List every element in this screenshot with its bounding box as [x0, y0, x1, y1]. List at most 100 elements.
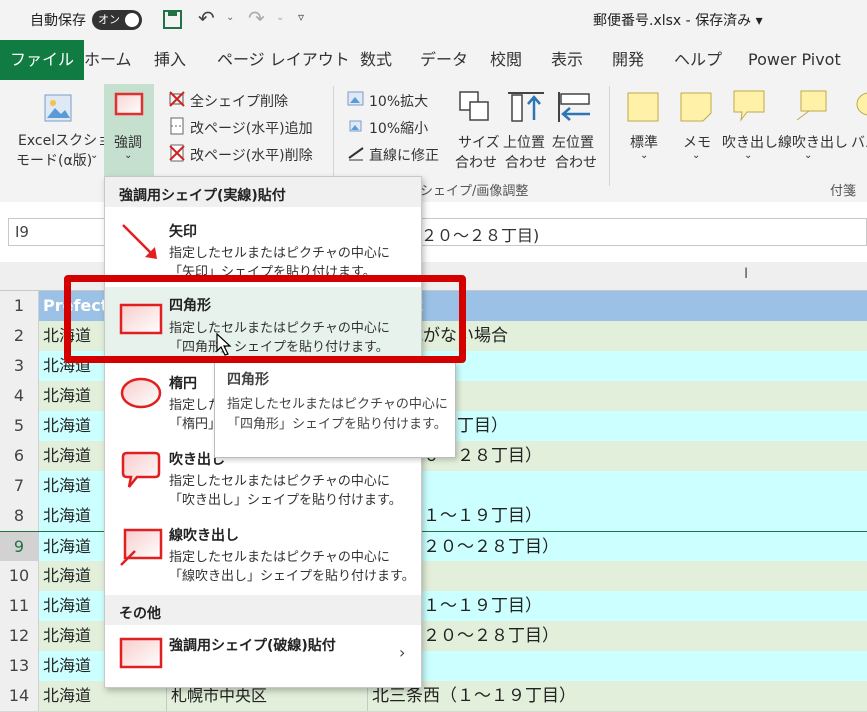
add-page-break-label: 改ページ(水平)追加 [190, 121, 313, 137]
sticky-balloon-label: バル [851, 135, 867, 151]
formula-content: ２０～２８丁目) [421, 226, 540, 245]
group-label-shape-adjust: シェイプ/画像調整 [420, 184, 529, 199]
menu-item-arrow[interactable]: 矢印 指定したセルまたはピクチャの中心に 「矢印」シェイプを貼り付けます。 [105, 215, 421, 279]
row-number[interactable]: 11 [0, 591, 39, 621]
memo-note-icon [680, 92, 712, 122]
customize-qat-icon[interactable]: ▿ [298, 10, 304, 24]
group-label-sticky: 付箋 [830, 184, 857, 199]
emphasis-button[interactable]: 強調 ⌄ [104, 84, 154, 176]
undo-dropdown-icon[interactable]: ⌄ [226, 12, 234, 23]
title-bar: 自動保存 オン ↶ ⌄ ↷ ⌄ ▿ 郵便番号.xlsx - 保存済み ▾ [0, 0, 867, 40]
tooltip-title: 四角形 [227, 372, 269, 388]
delete-all-shapes-label: 全シェイプ削除 [190, 94, 288, 110]
row-number[interactable]: 1 [0, 291, 39, 321]
row-number[interactable]: 10 [0, 561, 39, 591]
cell-c[interactable]: 条西（１～１９丁目） [368, 501, 867, 531]
size-match-label-2: 合わせ [455, 155, 497, 171]
tab-data[interactable]: データ [420, 40, 468, 80]
sticky-note-icon [627, 92, 659, 122]
cell-c[interactable]: 条西（１～１９丁目） [368, 591, 867, 621]
menu-item-dashed-shapes[interactable]: 強調用シェイプ(破線)貼付 › [105, 629, 421, 679]
delete-shapes-icon [169, 91, 185, 107]
align-top-icon [508, 92, 544, 122]
size-match-label-1: サイズ [458, 135, 500, 151]
redo-dropdown-icon[interactable]: ⌄ [276, 12, 284, 23]
arrow-shape-icon [122, 224, 157, 259]
cell-c[interactable]: 条西（２０～２８丁目） [368, 532, 867, 562]
line-callout-icon [796, 90, 827, 121]
redo-icon[interactable]: ↷ [248, 6, 265, 30]
tooltip-line: 指定したセルまたはピクチャの中心に [227, 397, 448, 412]
menu-item-line-callout[interactable]: 線吹き出し 指定したセルまたはピクチャの中心に 「線吹き出し」シェイプを貼り付け… [105, 521, 421, 591]
straight-line-icon [348, 147, 364, 161]
name-box[interactable]: I9 [8, 218, 106, 246]
tab-review[interactable]: 校閲 [490, 40, 522, 80]
menu-section-solid: 強調用シェイプ(実線)貼付 [119, 188, 286, 204]
tab-insert[interactable]: 挿入 [154, 40, 186, 80]
tab-page-layout[interactable]: ページ レイアウト [217, 40, 350, 80]
row-number[interactable]: 14 [0, 681, 39, 711]
menu-item-title: 強調用シェイプ(破線)貼付 [169, 638, 336, 654]
menu-item-title: 線吹き出し [169, 528, 239, 544]
picture-icon [44, 94, 72, 122]
save-icon[interactable] [162, 8, 184, 32]
tab-help[interactable]: ヘルプ [674, 40, 722, 80]
left-match-label-2: 合わせ [555, 155, 597, 171]
cell-c[interactable]: 条東 [368, 651, 867, 681]
row-number[interactable]: 8 [0, 501, 39, 531]
tab-formulas[interactable]: 数式 [360, 40, 392, 80]
page-break-add-icon [170, 117, 184, 135]
toggle-knob [125, 13, 139, 27]
top-match-label-1: 上位置 [503, 135, 545, 151]
autosave-toggle-text: オン [98, 13, 120, 26]
sticky-callout-label: 吹き出し [722, 135, 778, 151]
row-number[interactable]: 4 [0, 381, 39, 411]
cell-c[interactable]: 条東 [368, 561, 867, 591]
cell-c[interactable]: 条西（２０～２８丁目） [368, 621, 867, 651]
row-number[interactable]: 7 [0, 471, 39, 501]
balloon-icon [856, 92, 867, 116]
ribbon-separator [609, 86, 610, 186]
zoom-in-label: 10%拡大 [369, 94, 429, 110]
file-title[interactable]: 郵便番号.xlsx - 保存済み ▾ [593, 10, 763, 30]
callout-icon [733, 90, 765, 122]
autosave-label: 自動保存 [30, 13, 86, 29]
menu-section-header: 強調用シェイプ(実線)貼付 [105, 177, 421, 207]
chevron-right-icon: › [399, 643, 406, 662]
ellipse-shape-icon [120, 377, 162, 409]
autosave-toggle[interactable]: オン [92, 10, 142, 30]
menu-section-header: その他 [105, 595, 421, 625]
rectangle-shape-icon [114, 92, 144, 116]
tab-developer[interactable]: 開発 [612, 40, 644, 80]
row-number[interactable]: 3 [0, 351, 39, 381]
sticky-line-callout-label: 線吹き出し [778, 135, 848, 151]
row-number[interactable]: 12 [0, 621, 39, 651]
menu-item-desc: 指定したセルまたはピクチャの中心に [169, 246, 390, 261]
zoom-in-icon [347, 91, 364, 106]
tab-power-pivot[interactable]: Power Pivot [748, 40, 841, 80]
row-number[interactable]: 2 [0, 321, 39, 351]
undo-icon[interactable]: ↶ [198, 6, 215, 30]
row-number[interactable]: 9 [0, 532, 39, 562]
row-number[interactable]: 5 [0, 411, 39, 441]
row-number[interactable]: 13 [0, 651, 39, 681]
menu-item-desc: 「線吹き出し」シェイプを貼り付けます。 [169, 569, 415, 584]
tab-view[interactable]: 表示 [551, 40, 583, 80]
menu-item-desc: 指定したセルまたはピクチャの中心に [169, 474, 390, 489]
menu-item-desc: 指定したセルまたはピクチャの中心に [169, 550, 390, 565]
left-match-label-1: 左位置 [552, 135, 594, 151]
size-match-icon [459, 91, 489, 121]
cell-c[interactable]: 条東 [368, 471, 867, 501]
tab-file[interactable]: ファイル [0, 40, 85, 80]
mouse-cursor-icon [216, 333, 232, 356]
filename: 郵便番号.xlsx [593, 13, 682, 29]
tab-home[interactable]: ホーム [84, 40, 132, 80]
row-number[interactable]: 6 [0, 441, 39, 471]
chevron-down-icon: ⌄ [90, 150, 99, 161]
tooltip: 四角形 指定したセルまたはピクチャの中心に 「四角形」シェイプを貼り付けます。 [214, 362, 456, 458]
menu-item-title: 矢印 [169, 224, 197, 240]
cell-c[interactable]: 北三条西（１～１９丁目） [368, 681, 867, 711]
zoom-out-label: 10%縮小 [369, 121, 429, 137]
emphasis-label: 強調 [114, 135, 142, 151]
column-header-i[interactable]: I [744, 266, 748, 282]
